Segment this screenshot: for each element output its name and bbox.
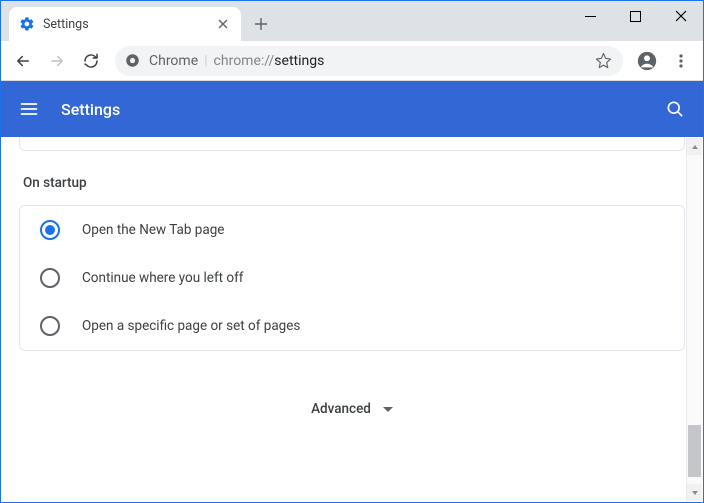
advanced-toggle[interactable]: Advanced: [19, 401, 685, 417]
chevron-down-icon: [383, 407, 393, 412]
browser-toolbar: Chrome | chrome://settings: [1, 41, 703, 81]
kebab-menu-icon[interactable]: [665, 45, 697, 77]
previous-card-edge: [19, 137, 685, 151]
radio-open-specific-pages[interactable]: Open a specific page or set of pages: [20, 302, 684, 350]
hamburger-menu-icon[interactable]: [17, 97, 41, 121]
browser-tab[interactable]: Settings: [9, 7, 241, 41]
settings-content[interactable]: On startup Open the New Tab page Continu…: [1, 137, 703, 502]
window-controls: [568, 1, 703, 31]
radio-open-new-tab[interactable]: Open the New Tab page: [20, 206, 684, 254]
window-titlebar: Settings: [1, 1, 703, 41]
radio-label: Continue where you left off: [82, 270, 244, 286]
settings-gear-icon: [19, 16, 35, 32]
reload-button[interactable]: [75, 45, 107, 77]
address-scheme: chrome://: [214, 53, 275, 69]
search-icon[interactable]: [663, 97, 687, 121]
new-tab-button[interactable]: [247, 10, 275, 38]
back-button[interactable]: [7, 45, 39, 77]
minimize-button[interactable]: [568, 1, 613, 31]
advanced-label: Advanced: [311, 401, 371, 417]
page-title: Settings: [61, 100, 663, 119]
radio-icon: [40, 316, 60, 336]
address-prefix: Chrome: [149, 53, 198, 69]
settings-appbar: Settings: [1, 81, 703, 137]
address-path: settings: [274, 53, 324, 69]
startup-options-card: Open the New Tab page Continue where you…: [19, 205, 685, 351]
bookmark-star-icon[interactable]: [593, 52, 613, 69]
tab-title: Settings: [43, 17, 215, 32]
radio-continue-left-off[interactable]: Continue where you left off: [20, 254, 684, 302]
close-window-button[interactable]: [658, 1, 703, 31]
address-bar[interactable]: Chrome | chrome://settings: [115, 46, 623, 76]
profile-avatar-icon[interactable]: [631, 45, 663, 77]
radio-label: Open a specific page or set of pages: [82, 318, 300, 334]
radio-icon: [40, 268, 60, 288]
section-title-startup: On startup: [23, 175, 685, 191]
chrome-page-icon: [125, 53, 141, 69]
radio-label: Open the New Tab page: [82, 222, 224, 238]
close-tab-icon[interactable]: [215, 16, 231, 32]
address-divider: |: [204, 53, 207, 69]
radio-icon: [40, 220, 60, 240]
maximize-button[interactable]: [613, 1, 658, 31]
forward-button[interactable]: [41, 45, 73, 77]
